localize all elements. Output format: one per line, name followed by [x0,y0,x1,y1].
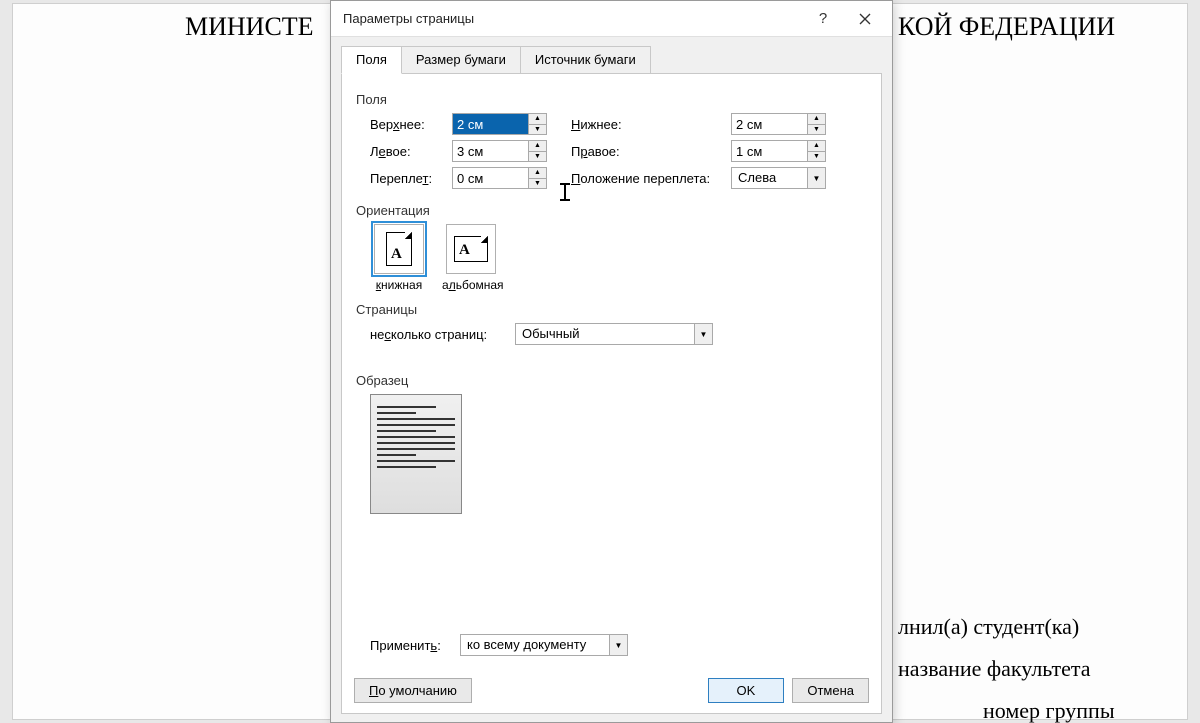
page-landscape-icon: A [454,236,488,262]
gutter-pos-value: Слева [732,168,807,188]
spin-up-icon[interactable]: ▲ [529,141,546,152]
orientation-landscape-label: альбомная [442,278,504,292]
doc-line1: лнил(а) студент(ка) [898,614,1079,640]
margin-right-label: Правое: [571,144,731,159]
page-setup-dialog: Параметры страницы ? Поля Размер бумаги … [330,0,893,723]
group-pages-label: Страницы [356,302,867,317]
chevron-down-icon[interactable]: ▼ [807,168,825,188]
apply-to-label: Применить: [370,638,460,653]
margin-top-spinner[interactable]: ▲ ▼ [452,113,547,135]
apply-to-value: ко всему документу [461,635,609,655]
group-margins-label: Поля [356,92,867,107]
gutter-input[interactable] [452,167,528,189]
orientation-landscape[interactable]: A альбомная [442,224,500,292]
help-button[interactable]: ? [802,4,844,34]
dialog-footer: По умолчанию OK Отмена [342,668,881,713]
tab-paper-source[interactable]: Источник бумаги [520,46,651,74]
margin-bottom-input[interactable] [731,113,807,135]
multi-pages-value: Обычный [516,324,694,344]
gutter-pos-combo[interactable]: Слева ▼ [731,167,826,189]
dialog-title: Параметры страницы [343,11,802,26]
multi-pages-label: несколько страниц: [370,327,515,342]
margin-bottom-label: Нижнее: [571,117,731,132]
spin-up-icon[interactable]: ▲ [808,114,825,125]
cancel-button[interactable]: Отмена [792,678,869,703]
spin-down-icon[interactable]: ▼ [529,179,546,189]
gutter-pos-label: Положение переплета: [571,171,731,186]
tab-strip: Поля Размер бумаги Источник бумаги [331,37,892,73]
gutter-label: Переплет: [370,171,452,186]
page-portrait-icon: A [386,232,412,266]
tab-paper-size[interactable]: Размер бумаги [401,46,521,74]
margin-right-spinner[interactable]: ▲ ▼ [731,140,826,162]
close-button[interactable] [844,4,886,34]
margin-top-label: Верхнее: [370,117,452,132]
doc-line2: название факультета [898,656,1091,682]
orientation-portrait-label: книжная [376,278,422,292]
ok-button[interactable]: OK [708,678,785,703]
margin-bottom-spinner[interactable]: ▲ ▼ [731,113,826,135]
dialog-titlebar[interactable]: Параметры страницы ? [331,1,892,37]
spin-down-icon[interactable]: ▼ [808,152,825,162]
spin-down-icon[interactable]: ▼ [529,152,546,162]
margin-top-input[interactable] [452,113,528,135]
doc-line3: номер группы [983,698,1115,723]
close-icon [859,13,871,25]
group-preview-label: Образец [356,373,867,388]
margin-left-input[interactable] [452,140,528,162]
tab-margins[interactable]: Поля [341,46,402,74]
tab-body: Поля Верхнее: ▲ ▼ Нижнее: ▲ ▼ Левое: [341,73,882,714]
spin-up-icon[interactable]: ▲ [808,141,825,152]
spin-up-icon[interactable]: ▲ [529,168,546,179]
chevron-down-icon[interactable]: ▼ [694,324,712,344]
apply-to-combo[interactable]: ко всему документу ▼ [460,634,628,656]
doc-title-right: КОЙ ФЕДЕРАЦИИ [898,12,1115,42]
margin-right-input[interactable] [731,140,807,162]
orientation-portrait[interactable]: A книжная [370,224,428,292]
spin-up-icon[interactable]: ▲ [529,114,546,125]
chevron-down-icon[interactable]: ▼ [609,635,627,655]
doc-title-left: МИНИСТЕ [185,12,314,42]
margin-left-spinner[interactable]: ▲ ▼ [452,140,547,162]
group-orientation-label: Ориентация [356,203,867,218]
margin-left-label: Левое: [370,144,452,159]
spin-down-icon[interactable]: ▼ [808,125,825,135]
multi-pages-combo[interactable]: Обычный ▼ [515,323,713,345]
preview-thumbnail [370,394,462,514]
defaults-button[interactable]: По умолчанию [354,678,472,703]
gutter-spinner[interactable]: ▲ ▼ [452,167,547,189]
spin-down-icon[interactable]: ▼ [529,125,546,135]
